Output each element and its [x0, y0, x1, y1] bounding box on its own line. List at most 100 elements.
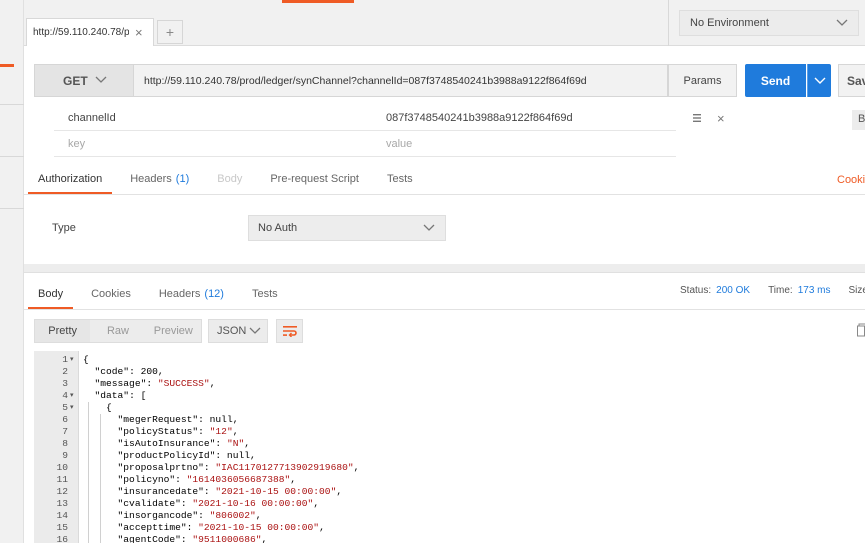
tab-bar: http://59.110.240.78/p × + No Environmen… — [24, 0, 865, 46]
wrap-line-button[interactable] — [276, 319, 303, 343]
tab-count: (12) — [204, 288, 224, 300]
code-line: "productPolicyId": null, — [117, 450, 256, 461]
tab-response-tests[interactable]: Tests — [242, 279, 288, 309]
status-value: 200 OK — [716, 285, 751, 296]
line-number: 16 — [56, 534, 68, 543]
format-label: JSON — [217, 325, 247, 337]
chevron-down-icon — [95, 76, 107, 83]
tab-label: Headers — [158, 288, 201, 300]
tab-pre-request-script[interactable]: Pre-request Script — [260, 164, 369, 194]
view-pretty-button[interactable]: Pretty — [35, 320, 91, 342]
new-tab-button[interactable]: + — [157, 20, 183, 44]
sidebar-divider — [0, 208, 24, 209]
line-number: 1 — [62, 354, 68, 365]
bulk-edit-button[interactable]: B — [852, 110, 865, 130]
code-line: "proposalprtno": "IAC1170127713902919680… — [117, 462, 360, 473]
time-value: 173 ms — [797, 285, 831, 296]
save-label: Sav — [847, 73, 865, 88]
fold-toggle-icon[interactable]: ▾ — [70, 354, 74, 366]
chevron-down-icon — [249, 327, 261, 334]
view-mode-toggle: Pretty Raw Preview — [34, 319, 202, 343]
tab-authorization[interactable]: Authorization — [28, 164, 113, 194]
tab-headers[interactable]: Headers (1) — [120, 164, 199, 194]
auth-type-select[interactable]: No Auth — [248, 215, 446, 241]
code-line: "policyStatus": "12", — [117, 426, 239, 437]
chevron-down-icon — [423, 224, 435, 231]
send-button[interactable]: Send — [745, 64, 806, 97]
size-group: Size:1 — [849, 285, 865, 296]
size-label: Size: — [848, 285, 865, 296]
code-line: "data": [ — [94, 390, 147, 401]
sidebar-accent — [0, 64, 14, 67]
line-number: 8 — [62, 438, 68, 449]
copy-icon[interactable] — [857, 323, 865, 337]
cookies-link[interactable]: Cooki — [837, 174, 865, 186]
line-number: 12 — [56, 486, 68, 497]
tab-response-headers[interactable]: Headers (12) — [149, 279, 234, 309]
response-panel: Body Cookies Headers (12) Tests Status: 2… — [24, 272, 865, 543]
params-button[interactable]: Params — [668, 64, 737, 97]
tab-response-body[interactable]: Body — [28, 279, 74, 309]
format-select[interactable]: JSON — [208, 319, 268, 343]
code-line: "insorgancode": "806002", — [117, 510, 262, 521]
fold-toggle-icon[interactable]: ▾ — [70, 402, 74, 414]
tab-label: Cookies — [91, 288, 131, 300]
tab-label: Authorization — [38, 173, 103, 185]
auth-type-value: No Auth — [258, 222, 298, 234]
request-tab[interactable]: http://59.110.240.78/p × — [26, 18, 154, 46]
time-label: Time: — [768, 285, 793, 296]
tabs-divider — [24, 309, 865, 310]
method-select[interactable]: GET — [34, 64, 134, 97]
value-placeholder[interactable]: value — [386, 138, 412, 150]
status-label: Status: — [680, 285, 712, 296]
send-label: Send — [760, 73, 791, 88]
tab-count: (1) — [175, 173, 190, 185]
line-number: 3 — [62, 378, 68, 389]
view-preview-button[interactable]: Preview — [146, 320, 201, 342]
line-number: 9 — [62, 450, 68, 461]
tab-label: Body — [38, 288, 64, 300]
tab-label: Pre-request Script — [270, 173, 359, 185]
key-placeholder[interactable]: key — [68, 138, 85, 150]
indent-guide — [88, 402, 89, 543]
sidebar-divider — [0, 156, 24, 157]
sidebar-divider — [0, 104, 24, 105]
line-number: 10 — [56, 462, 68, 473]
param-key[interactable]: channelId — [68, 112, 116, 124]
url-input[interactable]: http://59.110.240.78/prod/ledger/synChan… — [134, 64, 668, 97]
tab-label: Tests — [386, 173, 413, 185]
line-number: 5 — [62, 402, 68, 413]
chevron-down-icon — [814, 77, 825, 84]
fold-toggle-icon[interactable]: ▾ — [70, 390, 74, 402]
line-number: 13 — [56, 498, 68, 509]
tab-response-cookies[interactable]: Cookies — [81, 279, 141, 309]
param-value[interactable]: 087f3748540241b3988a9122f864f69d — [386, 112, 573, 124]
indent-guide — [100, 414, 101, 543]
left-sidebar-edge — [0, 0, 24, 543]
tab-bar-divider — [668, 0, 669, 46]
tab-tests[interactable]: Tests — [377, 164, 423, 194]
view-raw-button[interactable]: Raw — [90, 320, 145, 342]
code-line: "insurancedate": "2021-10-15 00:00:00", — [117, 486, 343, 497]
code-line: "cvalidate": "2021-10-16 00:00:00", — [117, 498, 320, 509]
tabs-divider — [24, 194, 865, 195]
tab-body[interactable]: Body — [207, 164, 252, 194]
close-icon[interactable]: × — [135, 26, 143, 39]
wrap-icon — [282, 326, 297, 337]
code-line: "message": "SUCCESS", — [94, 378, 216, 389]
tab-label: Headers — [130, 173, 172, 185]
code-line: "megerRequest": null, — [117, 414, 239, 425]
response-meta: Status: 200 OK Time: 173 ms Size:1 — [680, 285, 865, 296]
param-row: channelId 087f3748540241b3988a9122f864f6… — [54, 106, 676, 131]
response-code-view[interactable]: 1 ▾{2 "code": 200, 3 "message": "SUCCESS",… — [34, 351, 865, 543]
request-panel: GET http://59.110.240.78/prod/ledger/syn… — [24, 46, 865, 264]
delete-param-icon[interactable]: × — [717, 112, 725, 125]
tab-label: Tests — [251, 288, 278, 300]
environment-label: No Environment — [690, 17, 769, 29]
request-tabs: Authorization Headers (1) Body Pre-reque… — [28, 164, 431, 194]
save-button[interactable]: Sav — [838, 64, 865, 97]
send-options-button[interactable] — [807, 64, 831, 97]
environment-select[interactable]: No Environment — [679, 10, 859, 36]
hamburger-icon[interactable] — [692, 113, 702, 123]
response-tabs: Body Cookies Headers (12) Tests — [28, 279, 296, 309]
